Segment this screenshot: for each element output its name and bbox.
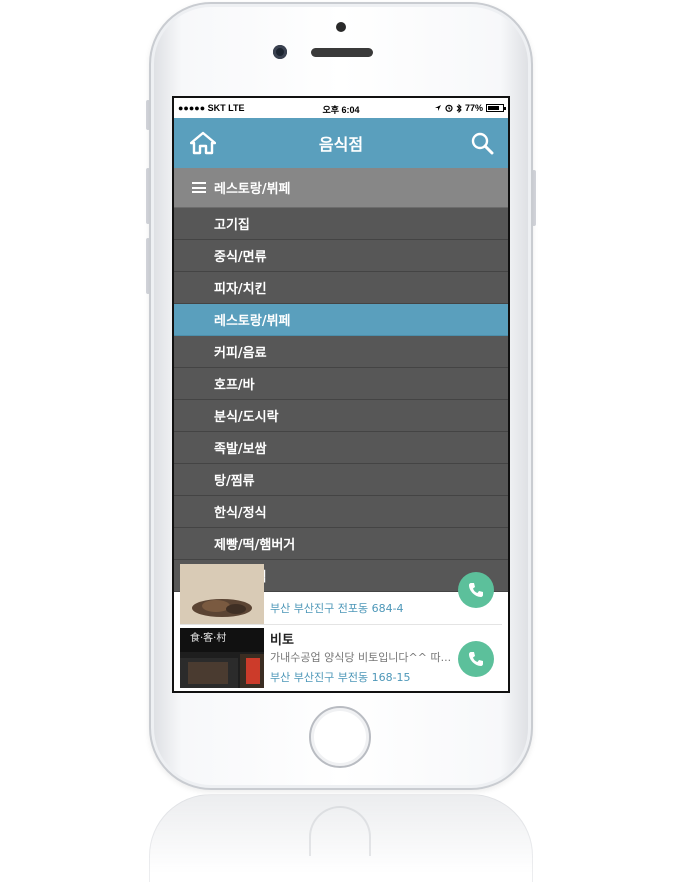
restaurant-list: 부산 부산진구 전포동 684-4 食·客·村 비토 가내수공업 양식당 비토입… [174, 564, 508, 691]
svg-text:食·客·村: 食·客·村 [190, 631, 226, 644]
home-button[interactable] [309, 706, 371, 768]
phone-icon [469, 652, 483, 666]
alarm-icon [445, 104, 453, 112]
bluetooth-icon [456, 103, 462, 113]
selected-category-label: 레스토랑/뷔페 [214, 182, 291, 197]
hamburger-icon [192, 182, 206, 193]
restaurant-address: 부산 부산진구 부전동 168-15 [270, 671, 411, 684]
app-header: 음식점 [174, 118, 508, 168]
call-button[interactable] [458, 572, 494, 608]
restaurant-address: 부산 부산진구 전포동 684-4 [270, 602, 404, 615]
menu-item-meat[interactable]: 고기집 [174, 208, 508, 240]
front-camera [273, 45, 287, 59]
menu-item-soup-stew[interactable]: 탕/찜류 [174, 464, 508, 496]
phone-icon [469, 583, 483, 597]
category-menu: 고기집 중식/면류 피자/치킨 레스토랑/뷔페 커피/음료 호프/바 분식/도시… [174, 208, 508, 592]
battery-icon [486, 104, 506, 112]
category-selector[interactable]: 레스토랑/뷔페 [174, 168, 508, 208]
restaurant-name: 비토 [270, 633, 294, 648]
earpiece-speaker [311, 48, 373, 57]
menu-item-restaurant-buffet[interactable]: 레스토랑/뷔페 [174, 304, 508, 336]
home-icon[interactable] [190, 131, 216, 155]
location-icon [434, 105, 441, 111]
proximity-sensor [336, 22, 346, 32]
menu-item-pizza-chicken[interactable]: 피자/치킨 [174, 272, 508, 304]
list-item[interactable]: 食·客·村 비토 가내수공업 양식당 비토입니다^^ 따... 부산 부산진구 … [174, 625, 508, 691]
battery-percent: 77% [464, 103, 483, 113]
menu-item-snack-lunchbox[interactable]: 분식/도시락 [174, 400, 508, 432]
status-indicators: 77% [434, 103, 506, 113]
restaurant-thumbnail [180, 564, 264, 624]
menu-item-pub-bar[interactable]: 호프/바 [174, 368, 508, 400]
menu-item-jokbal-bossam[interactable]: 족발/보쌈 [174, 432, 508, 464]
restaurant-thumbnail: 食·客·村 [180, 628, 264, 688]
menu-item-bakery-burger[interactable]: 제빵/떡/햄버거 [174, 528, 508, 560]
status-bar: ●●●●● SKT LTE 오후 6:04 77% [174, 98, 508, 118]
page-title: 음식점 [318, 135, 364, 154]
search-icon[interactable] [470, 131, 494, 155]
menu-item-coffee-drinks[interactable]: 커피/음료 [174, 336, 508, 368]
menu-item-chinese-noodles[interactable]: 중식/면류 [174, 240, 508, 272]
menu-item-korean-meal[interactable]: 한식/정식 [174, 496, 508, 528]
call-button[interactable] [458, 641, 494, 677]
restaurant-description: 가내수공업 양식당 비토입니다^^ 따... [270, 651, 452, 664]
phone-screen: ●●●●● SKT LTE 오후 6:04 77% 음식점 레스토랑/뷔페 고기… [172, 96, 510, 693]
list-item[interactable]: 부산 부산진구 전포동 684-4 [174, 564, 508, 624]
